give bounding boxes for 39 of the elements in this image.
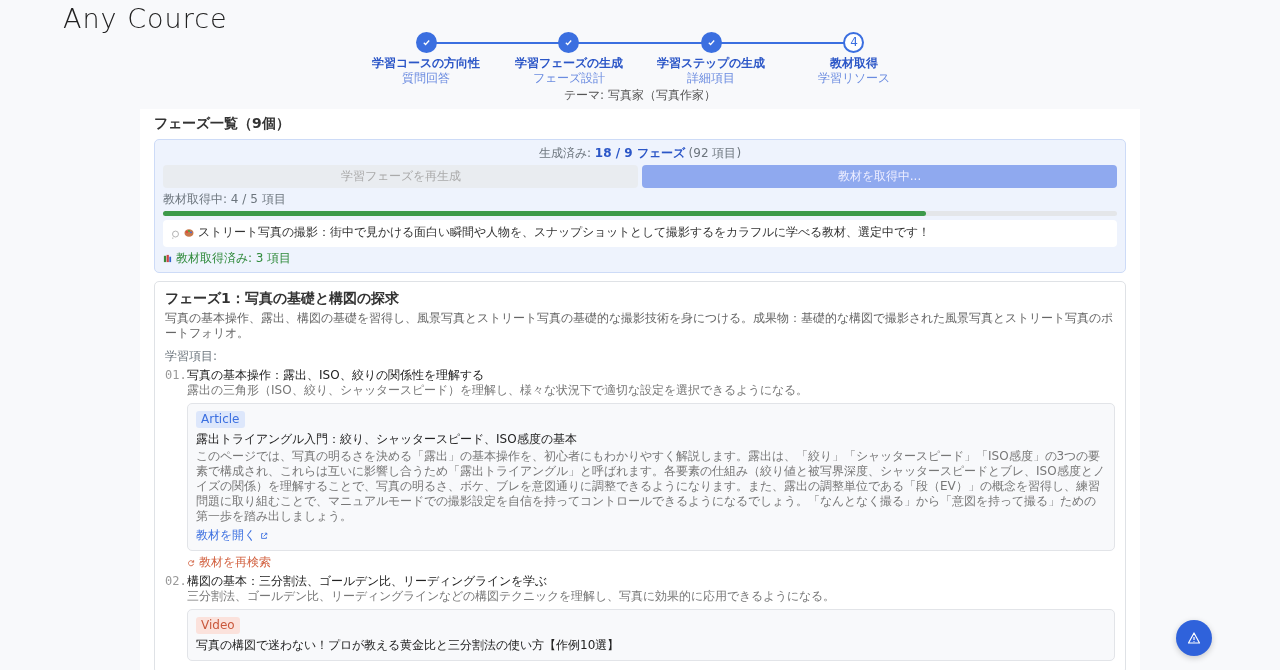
step-subtitle: 詳細項目: [686, 71, 737, 86]
step-label: 学習コースの方向性: [371, 56, 481, 71]
phase-list-heading: フェーズ一覧（9個）: [154, 115, 291, 133]
phase-description: 写真の基本操作、露出、構図の基礎を習得し、風景写真とストリート写真の基礎的な撮影技術を身につける。成果物：基礎的な構図で撮影された風景写真とストリート写真のポートフォリオ。: [165, 311, 1114, 341]
item-number: 01.: [165, 368, 187, 384]
item-title: 写真の基本操作：露出、ISO、絞りの関係性を理解する: [187, 368, 485, 383]
material-title: 露出トライアングル入門：絞り、シャッタースピード、ISO感度の基本: [196, 432, 578, 447]
item-number: 02.: [165, 574, 187, 590]
warning-icon: [1187, 631, 1201, 645]
item-description: 三分割法、ゴールデン比、リーディングラインなどの構図テクニックを理解し、写真に効果的に応用できるようになる。: [187, 589, 836, 604]
item-description: 露出の三角形（ISO、絞り、シャッタースピード）を理解し、様々な状況下で適切な設定を選択できるようになる。: [187, 383, 809, 398]
warning-button[interactable]: [1176, 620, 1212, 656]
step-subtitle: フェーズ設計: [531, 71, 606, 86]
theme-label: テーマ: 写真家（写真作家）: [563, 88, 717, 103]
step-label: 学習ステップの生成: [656, 56, 767, 71]
fetched-count: 教材取得済み: 3 項目: [176, 250, 292, 266]
learning-items-label: 学習項目:: [165, 349, 219, 364]
logo: Any Cource: [62, 2, 229, 32]
generated-label: 生成済み:: [538, 145, 591, 160]
check-icon: [564, 38, 574, 47]
material-type-tag: Video: [196, 617, 240, 634]
phase-title: フェーズ1：写真の基礎と構図の探求: [165, 289, 400, 307]
generated-item-count: (92 項目): [688, 145, 742, 160]
open-material-link[interactable]: 教材を開く: [196, 528, 256, 543]
material-type-tag: Article: [196, 411, 245, 428]
step-label: 学習フェーズの生成: [513, 56, 624, 71]
status-message: ストリート写真の撮影：街中で見かける面白い瞬間や人物を、スナップショットとして撮影するをカラフルに学べる教材、選定中です！: [198, 224, 930, 240]
generated-phase-count: 18 / 9 フェーズ: [594, 145, 685, 160]
step-label: 教材取得: [828, 56, 879, 71]
material-title: 写真の構図で迷わない！プロが教える黄金比と三分割法の使い方【作例10選】: [196, 638, 621, 653]
step-number-marker: 4: [843, 32, 865, 53]
material-description: このページでは、写真の明るさを決める「露出」の基本操作を、初心者にもわかりやすく解説します。露出は、「絞り」「シャッタースピード」「ISO感度」の3つの要素で構成され、これらは互いに影響し合うため「露出トライアングル」と呼ばれます。各要素の仕組み（絞り値と被写界深度、シャッタースピードとブレ、ISO感度とノイズの関係）を理解することで、写真の明るさ、ボケ、ブレを意図通りに調整できるようになります。また、露出の調整単位である「段（EV）」の概念を習得し、練習問題に取り組むことで、マニュアルモードでの撮影設定を自信を持ってコントロールできるようになるでしょう。「なんとなく撮る」から「意図を持って撮る」ための第一歩を踏み出しましょう。: [196, 449, 1106, 524]
step-subtitle: 質問回答: [401, 71, 451, 86]
check-icon: [706, 38, 716, 47]
item-title: 構図の基本：三分割法、ゴールデン比、リーディングラインを学ぶ: [187, 574, 548, 589]
progress-label: 教材取得中: 4 / 5 項目: [163, 191, 287, 207]
step-subtitle: 学習リソース: [816, 71, 891, 86]
check-icon: [421, 38, 431, 47]
research-material-link[interactable]: 教材を再検索: [199, 555, 271, 570]
